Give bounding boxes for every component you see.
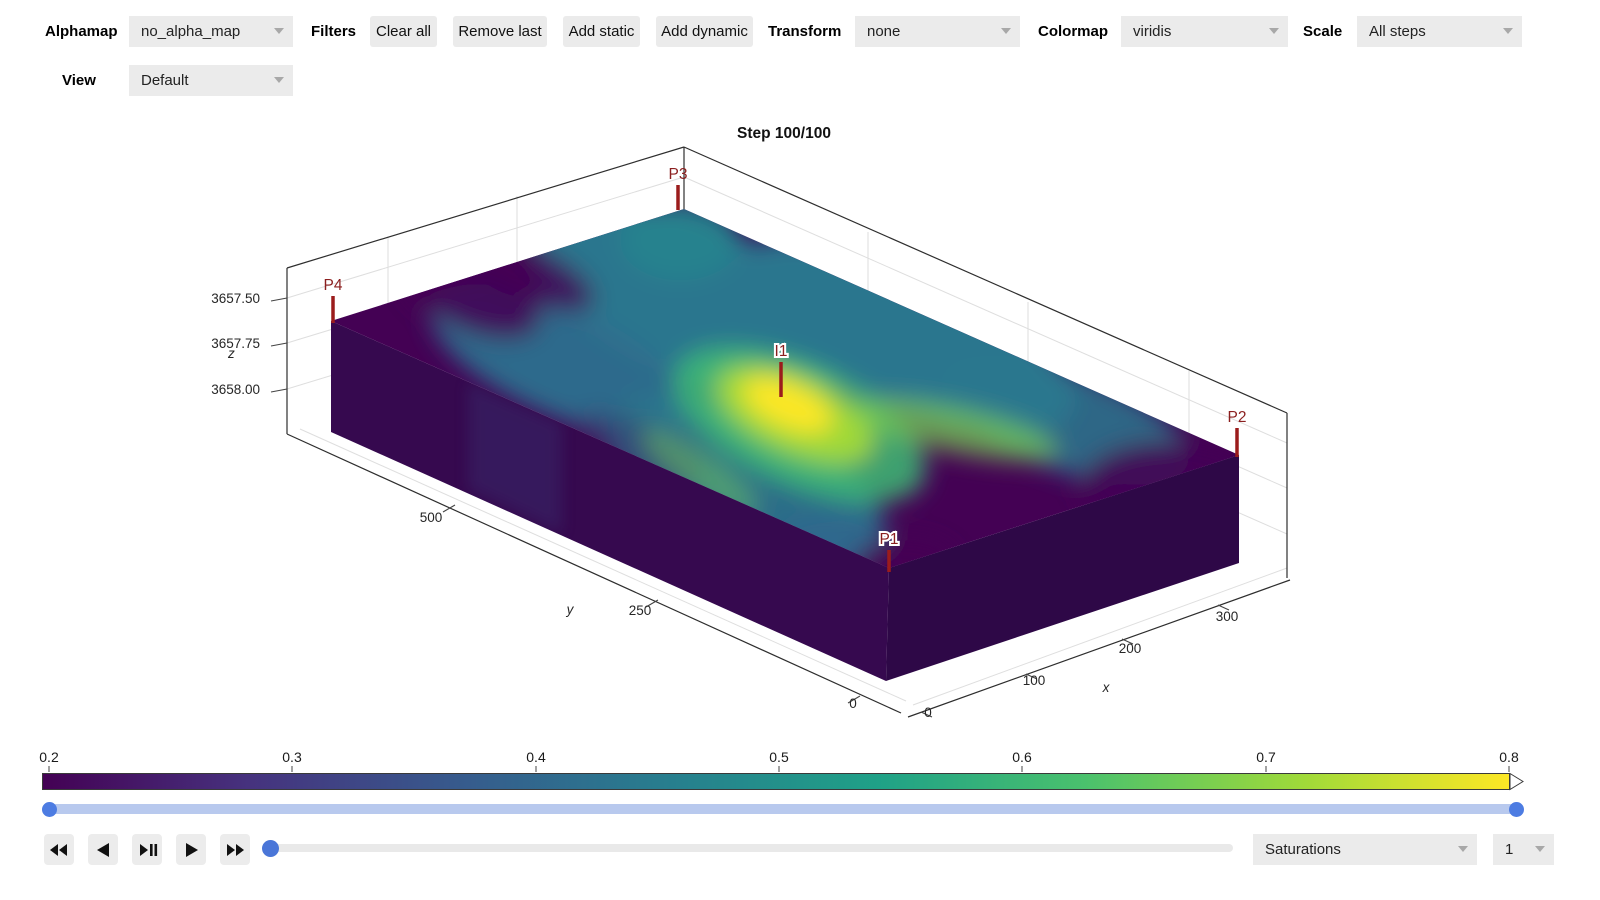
skip-backward-icon (47, 841, 71, 859)
field-dropdown-value: Saturations (1265, 841, 1341, 858)
play-button[interactable] (176, 834, 206, 865)
alphamap-dropdown-value: no_alpha_map (141, 23, 240, 40)
y-tick-label: 250 (629, 603, 652, 618)
field-dropdown[interactable]: Saturations (1253, 834, 1477, 865)
play-pause-icon (136, 841, 159, 859)
app-window: Alphamap no_alpha_map Filters Clear all … (0, 0, 1600, 900)
skip-backward-button[interactable] (44, 834, 74, 865)
z-tick-label: 3657.50 (211, 291, 260, 306)
remove-last-button[interactable]: Remove last (453, 16, 547, 47)
dropdown-arrow-icon (1503, 28, 1513, 34)
colormap-label: Colormap (1038, 16, 1108, 47)
step-backward-button[interactable] (88, 834, 118, 865)
filters-label: Filters (311, 16, 356, 47)
well-label-p4: P4 (324, 277, 343, 294)
x-tick-label: 0 (924, 705, 932, 720)
transform-dropdown[interactable]: none (855, 16, 1020, 47)
alphamap-dropdown[interactable]: no_alpha_map (129, 16, 293, 47)
colorbar-tick: 0.7 (1256, 749, 1276, 765)
fast-forward-icon (223, 841, 247, 859)
well-label-p2: P2 (1228, 409, 1247, 426)
fast-forward-button[interactable] (220, 834, 250, 865)
scale-dropdown[interactable]: All steps (1357, 16, 1522, 47)
clear-all-button[interactable]: Clear all (370, 16, 437, 47)
colorbar-overflow-arrow-icon (1510, 774, 1523, 790)
z-tick-label: 3657.75 (211, 336, 260, 351)
well-label-p3: P3 (669, 166, 688, 183)
x-tick-label: 300 (1216, 609, 1239, 624)
plot-3d-view[interactable]: 3657.50 3657.75 3658.00 z 500 250 0 y 0 … (0, 110, 1600, 740)
well-label-p1: P1 (880, 531, 899, 548)
y-tick-label: 500 (420, 510, 443, 525)
colorbar-range-handle-min[interactable] (42, 802, 57, 817)
step-slider-handle[interactable] (262, 840, 279, 857)
well-label-i1: I1 (775, 343, 788, 360)
colorbar-tick-labels: 0.2 0.3 0.4 0.5 0.6 0.7 0.8 (39, 749, 1519, 765)
colormap-dropdown-value: viridis (1133, 23, 1171, 40)
scale-label: Scale (1303, 16, 1342, 47)
colorbar-range-track[interactable] (42, 804, 1522, 814)
colorbar-range-handle-max[interactable] (1509, 802, 1524, 817)
x-tick-label: 100 (1023, 673, 1046, 688)
volume-slab (331, 158, 1260, 681)
colorbar-gradient (43, 774, 1510, 790)
x-tick-label: 200 (1119, 641, 1142, 656)
dropdown-arrow-icon (1535, 846, 1545, 852)
scale-dropdown-value: All steps (1369, 23, 1426, 40)
layer-dropdown[interactable]: 1 (1493, 834, 1554, 865)
colorbar-tick: 0.8 (1499, 749, 1519, 765)
transform-dropdown-value: none (867, 23, 900, 40)
dropdown-arrow-icon (274, 77, 284, 83)
transform-label: Transform (768, 16, 841, 47)
play-icon (181, 841, 201, 859)
colormap-dropdown[interactable]: viridis (1121, 16, 1288, 47)
step-backward-icon (93, 841, 113, 859)
alphamap-label: Alphamap (45, 16, 118, 47)
colorbar: 0.2 0.3 0.4 0.5 0.6 0.7 0.8 (0, 745, 1600, 800)
dropdown-arrow-icon (1458, 846, 1468, 852)
dropdown-arrow-icon (1001, 28, 1011, 34)
y-tick-label: 0 (849, 696, 857, 711)
colorbar-tick: 0.4 (526, 749, 546, 765)
colorbar-tick: 0.3 (282, 749, 302, 765)
z-axis-label: z (227, 346, 235, 361)
colorbar-tick: 0.5 (769, 749, 789, 765)
step-slider-track[interactable] (262, 844, 1233, 852)
view-dropdown[interactable]: Default (129, 65, 293, 96)
play-pause-button[interactable] (132, 834, 162, 865)
view-label: View (62, 65, 96, 96)
add-dynamic-button[interactable]: Add dynamic (656, 16, 753, 47)
plot-title: Step 100/100 (737, 125, 831, 142)
colorbar-tick: 0.2 (39, 749, 59, 765)
layer-dropdown-value: 1 (1505, 841, 1513, 858)
add-static-button[interactable]: Add static (563, 16, 640, 47)
view-dropdown-value: Default (141, 72, 189, 89)
dropdown-arrow-icon (274, 28, 284, 34)
x-axis-label: x (1102, 680, 1111, 695)
y-axis-label: y (566, 602, 575, 617)
colorbar-tick-marks (49, 766, 1509, 772)
dropdown-arrow-icon (1269, 28, 1279, 34)
colorbar-tick: 0.6 (1012, 749, 1032, 765)
z-tick-label: 3658.00 (211, 382, 260, 397)
